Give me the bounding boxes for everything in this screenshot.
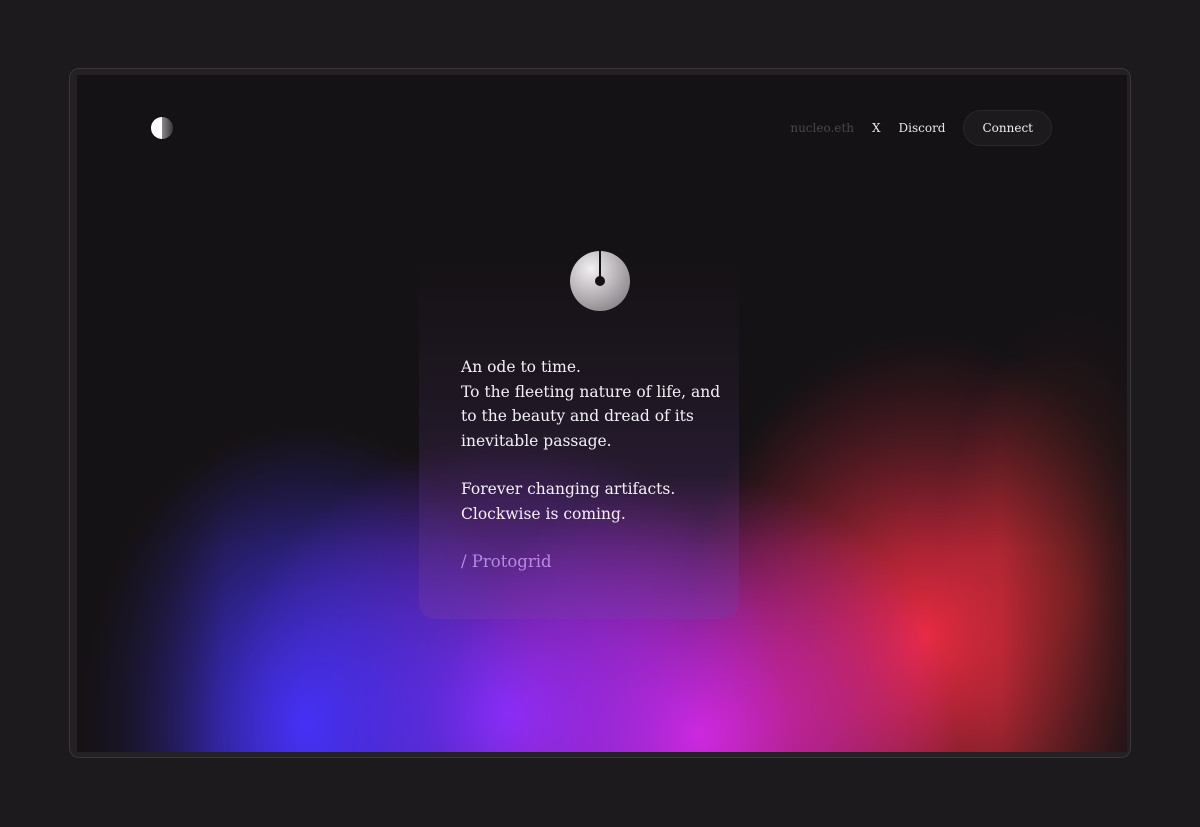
poem-line: An ode to time.: [461, 358, 581, 376]
half-circle-logo-icon[interactable]: [151, 117, 173, 139]
poem-line: Clockwise is coming.: [461, 504, 626, 523]
nav-link-x[interactable]: X: [872, 121, 881, 135]
nav-link-nucleo[interactable]: nucleo.eth: [790, 121, 854, 135]
clock-icon: [570, 251, 630, 311]
poem-line: inevitable passage.: [461, 431, 612, 450]
landing-screen: nucleo.eth X Discord Connect An ode to t…: [77, 75, 1127, 752]
poem-text: An ode to time. To the fleeting nature o…: [461, 355, 761, 550]
poem-stanza-1: An ode to time. To the fleeting nature o…: [461, 355, 761, 453]
top-nav: nucleo.eth X Discord Connect: [790, 110, 1052, 146]
poem-signature: / Protogrid: [461, 552, 552, 571]
poem-line: Forever changing artifacts.: [461, 480, 676, 498]
nav-link-discord[interactable]: Discord: [899, 121, 946, 135]
poem-line: To the fleeting nature of life, and: [461, 382, 721, 401]
connect-button[interactable]: Connect: [963, 110, 1052, 146]
clock-center: [595, 276, 605, 286]
poem-stanza-2: Forever changing artifacts. Clockwise is…: [461, 477, 761, 526]
poem-line: to the beauty and dread of its: [461, 407, 694, 425]
